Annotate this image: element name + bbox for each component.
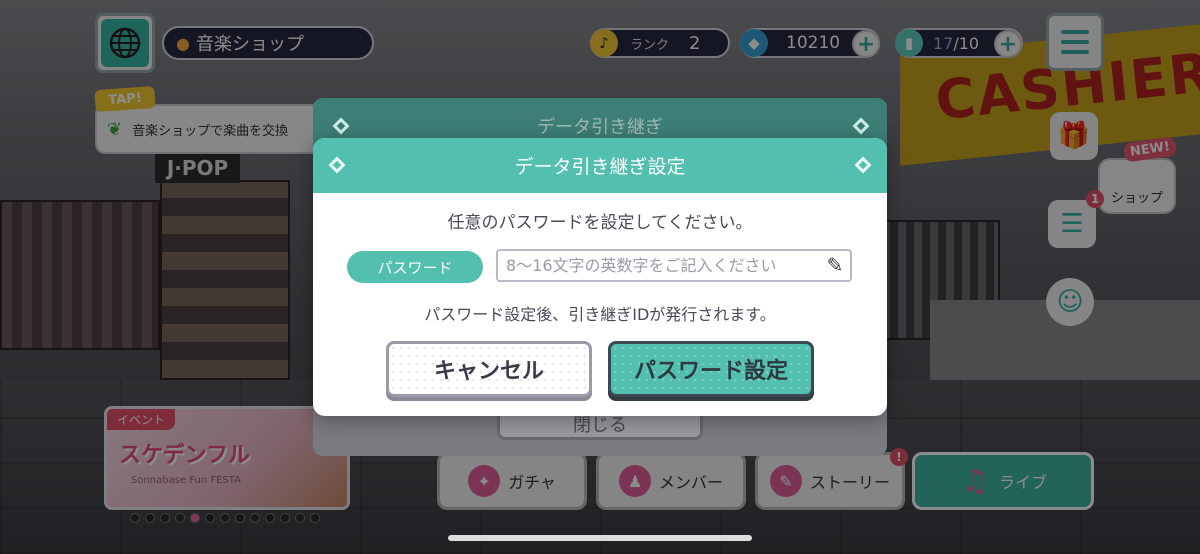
password-input[interactable] (496, 249, 852, 282)
dialog-note: パスワード設定後、引き継ぎIDが発行されます。 (424, 305, 776, 324)
home-indicator[interactable] (448, 535, 752, 541)
cancel-button[interactable]: キャンセル (386, 341, 592, 397)
set-password-label: パスワード設定 (633, 359, 788, 384)
cancel-label: キャンセル (433, 359, 544, 384)
pencil-icon: ✎ (826, 253, 844, 277)
password-setup-dialog: データ引き継ぎ設定 任意のパスワードを設定してください。 パスワード ✎ パスワ… (313, 138, 887, 416)
dialog-title: データ引き継ぎ設定 (313, 138, 887, 193)
set-password-button[interactable]: パスワード設定 (608, 341, 814, 397)
dialog-prompt: 任意のパスワードを設定してください。 (447, 213, 753, 233)
password-label: パスワード (347, 251, 483, 283)
